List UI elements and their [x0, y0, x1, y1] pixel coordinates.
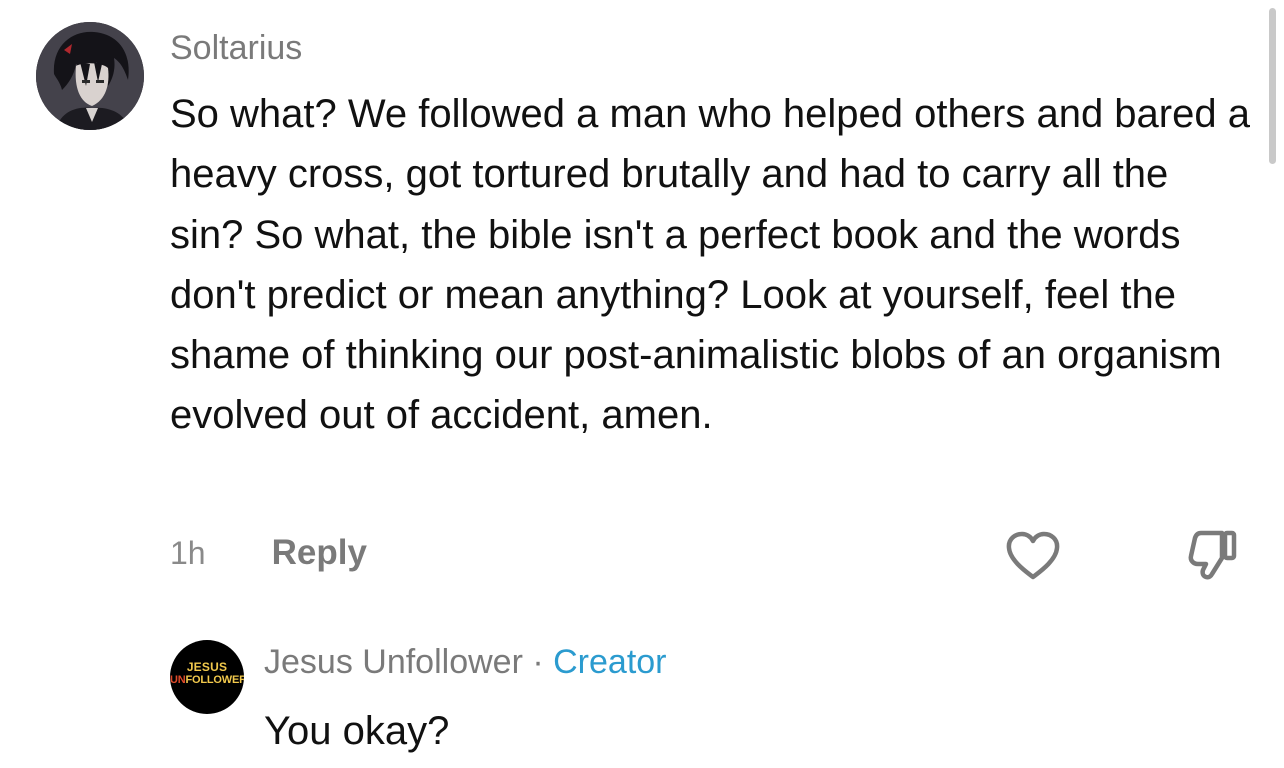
reply-header: Jesus Unfollower · Creator [264, 642, 667, 682]
scrollbar[interactable] [1269, 8, 1276, 164]
separator-dot: · [532, 643, 544, 681]
avatar-logo-prefix: UN [170, 674, 186, 686]
avatar-logo-line2: UNFOLLOWER [170, 674, 244, 687]
thumbs-down-outline-icon [1188, 530, 1237, 580]
comment-meta: 1h Reply [170, 532, 367, 574]
reply-button[interactable]: Reply [272, 533, 367, 573]
dislike-button[interactable] [1184, 528, 1240, 584]
comment-timestamp: 1h [170, 535, 206, 571]
creator-badge: Creator [553, 643, 667, 681]
comment-text: So what? We followed a man who helped ot… [170, 92, 1250, 438]
creator-avatar[interactable]: JESUS UNFOLLOWER [170, 640, 244, 714]
avatar-image [36, 22, 144, 130]
reply-text: You okay? [264, 709, 450, 753]
avatar[interactable] [36, 22, 144, 130]
reply-username[interactable]: Jesus Unfollower [264, 643, 523, 681]
avatar-logo-rest: FOLLOWER [185, 674, 245, 686]
comment-username[interactable]: Soltarius [170, 28, 302, 68]
like-button[interactable] [1004, 530, 1062, 582]
avatar-logo-line1: JESUS [186, 660, 228, 674]
heart-outline-icon [1006, 531, 1060, 580]
